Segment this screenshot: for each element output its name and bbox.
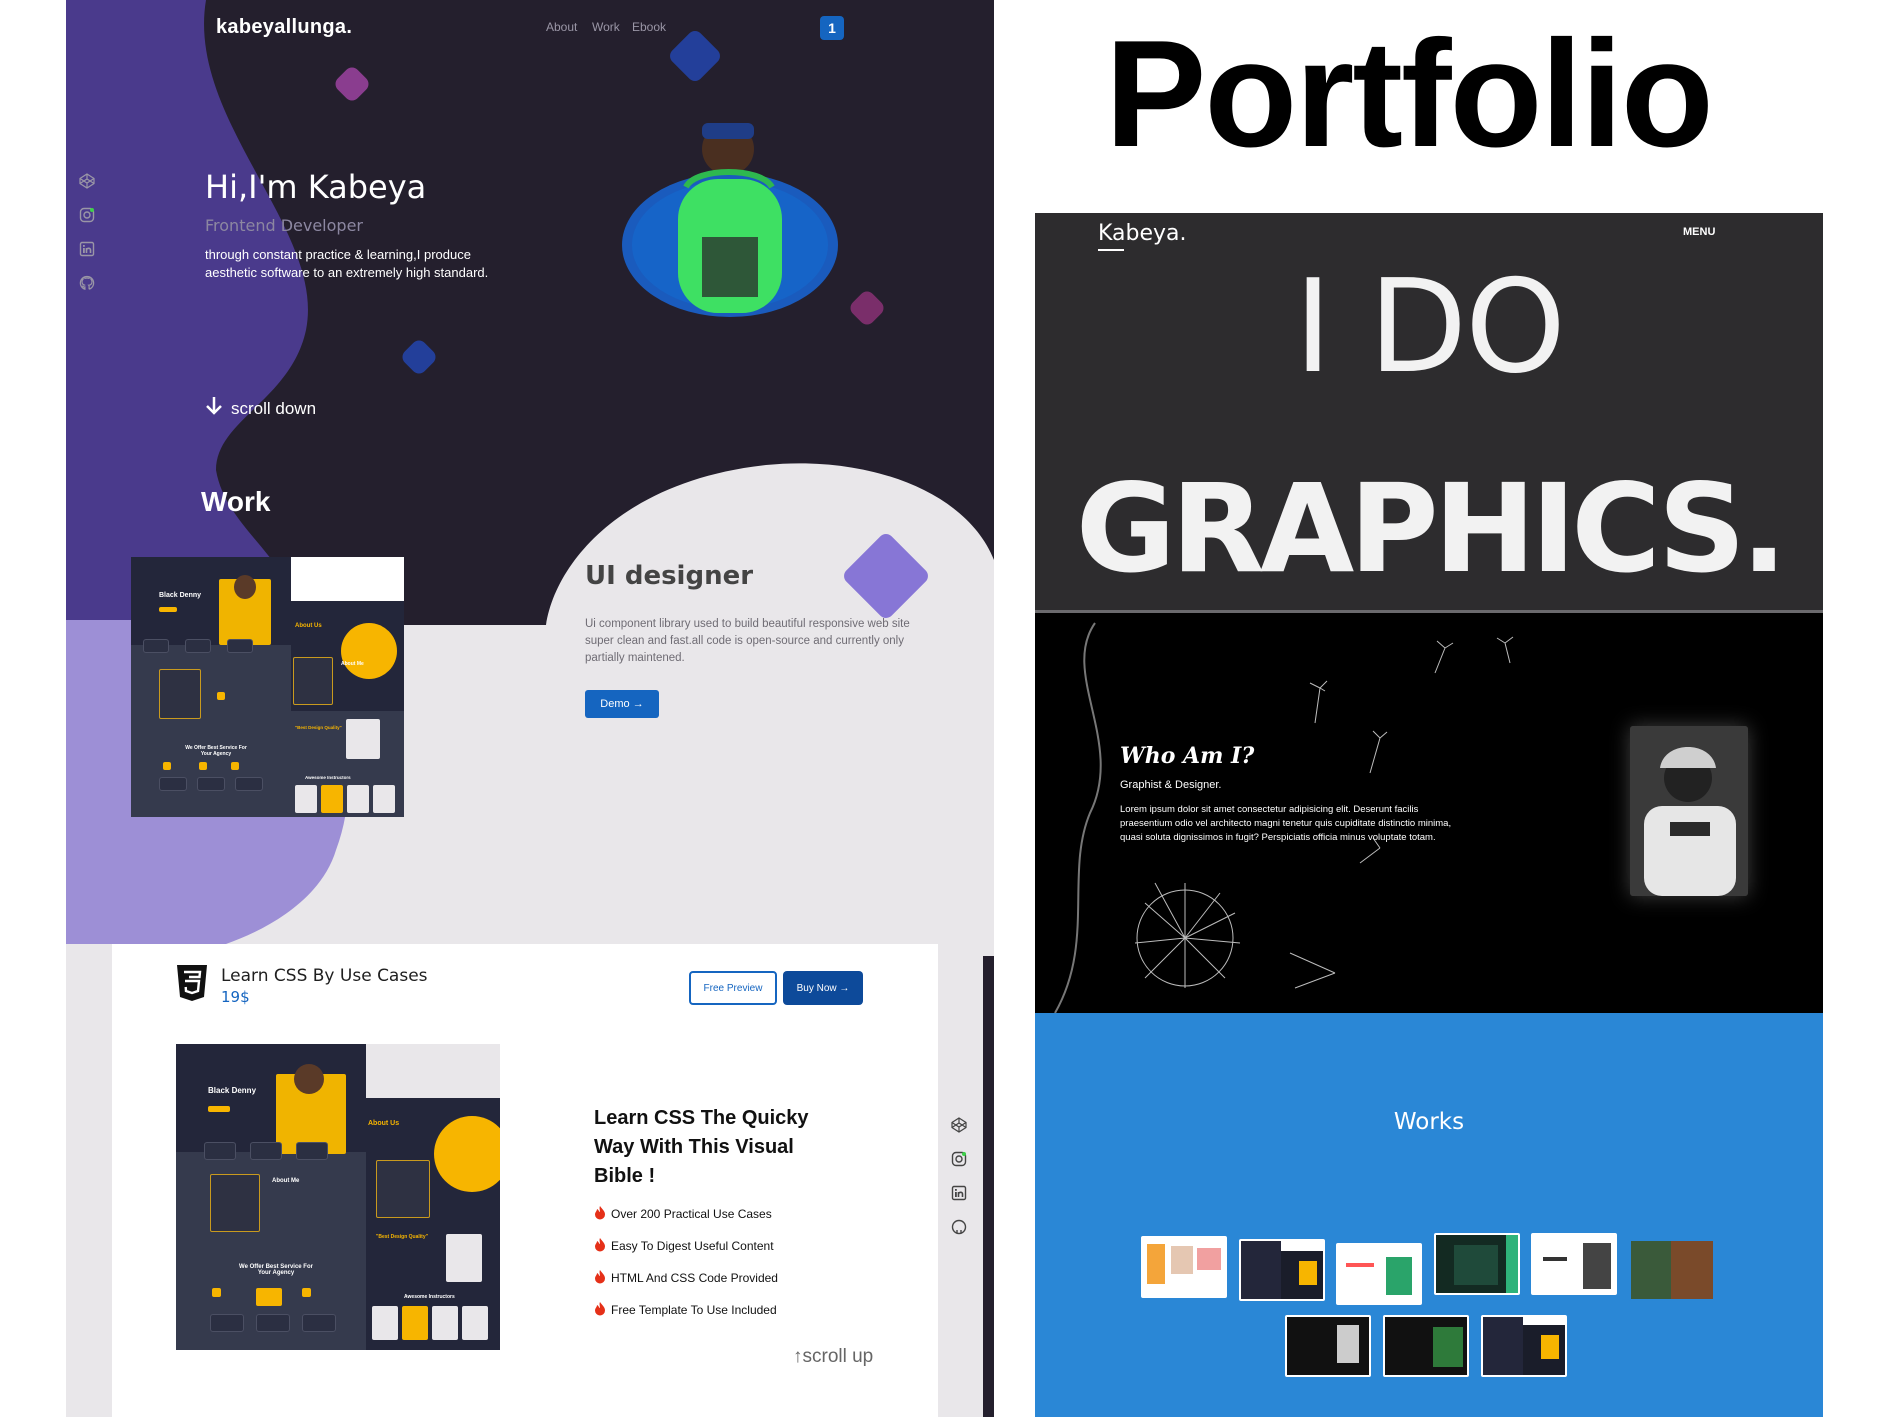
feature-label: Over 200 Practical Use Cases <box>611 1207 772 1221</box>
course-price: 19$ <box>221 988 250 1006</box>
github-icon[interactable] <box>950 1218 968 1236</box>
free-preview-button[interactable]: Free Preview <box>689 971 777 1005</box>
about-text: Lorem ipsum dolor sit amet consectetur a… <box>1120 804 1452 843</box>
github-icon[interactable] <box>78 274 96 292</box>
mock2-instructors: Awesome Instructors <box>404 1294 455 1300</box>
fire-icon <box>594 1237 606 1255</box>
work-thumbnail[interactable] <box>1336 1243 1422 1305</box>
mock-hero-name: Black Denny <box>159 592 202 599</box>
nav-work[interactable]: Work <box>592 20 620 34</box>
nav-badge[interactable]: 1 <box>820 16 844 40</box>
fire-icon <box>594 1205 606 1223</box>
project-title: UI designer <box>585 561 754 591</box>
mock-about-me: About Me <box>341 661 364 667</box>
hero-line-1: I DO <box>1294 253 1566 402</box>
instagram-icon[interactable] <box>950 1150 968 1168</box>
fire-icon <box>594 1301 606 1319</box>
scroll-up-link[interactable]: ↑scroll up <box>793 1346 873 1368</box>
side-strip <box>983 956 994 1417</box>
codepen-icon[interactable] <box>78 172 96 190</box>
fire-icon <box>594 1269 606 1287</box>
feature-label: Free Template To Use Included <box>611 1303 777 1317</box>
linkedin-icon[interactable] <box>78 240 96 258</box>
mock-services: We Offer Best Service For Your Agency <box>185 745 247 757</box>
feature-label: Easy To Digest Useful Content <box>611 1239 774 1253</box>
mock-instructors: Awesome Instructors <box>305 775 351 780</box>
mock-quality: "Best Design Quality" <box>295 725 342 730</box>
social-links-2 <box>950 1116 968 1236</box>
codepen-icon[interactable] <box>950 1116 968 1134</box>
logo-underline <box>1098 249 1124 251</box>
work-thumbnail[interactable] <box>1629 1239 1715 1301</box>
feature-item: Easy To Digest Useful Content <box>594 1237 774 1255</box>
portfolio-site-hero: kabeyallunga. About Work Ebook 1 Hi,I'm … <box>66 0 994 944</box>
menu-button[interactable]: MENU <box>1683 226 1715 238</box>
about-title: Who Am I? <box>1120 743 1255 769</box>
mock2-quality: "Best Design Quality" <box>376 1234 428 1240</box>
hero-greeting: Hi,I'm Kabeya <box>205 168 427 206</box>
feature-item: Free Template To Use Included <box>594 1301 777 1319</box>
mock2-services: We Offer Best Service For Your Agency <box>239 1264 313 1276</box>
hero-description: through constant practice & learning,I p… <box>205 247 489 280</box>
course-preview-image: Black Denny About Us About Me "Best Desi… <box>176 1044 500 1350</box>
site-logo[interactable]: kabeyallunga. <box>216 16 352 39</box>
portrait-photo <box>1630 726 1748 896</box>
avatar <box>616 117 846 327</box>
project-screenshot[interactable]: Black Denny About Us About Me "Best Desi… <box>131 557 404 817</box>
mock2-about-us: About Us <box>368 1120 400 1127</box>
graphics-site-hero: Kabeya. MENU I DO GRAPHICS. <box>1035 213 1823 613</box>
scroll-down-link[interactable]: scroll down <box>205 396 316 421</box>
works-heading: Works <box>1393 1109 1465 1135</box>
mock2-about-me: About Me <box>272 1178 300 1184</box>
nav-about[interactable]: About <box>546 20 577 34</box>
graphics-logo[interactable]: Kabeya. <box>1098 221 1187 246</box>
work-thumbnail[interactable] <box>1383 1315 1469 1377</box>
hero-line-2: GRAPHICS. <box>1075 458 1787 600</box>
nav-ebook[interactable]: Ebook <box>632 20 666 34</box>
css3-logo-icon <box>175 964 209 1002</box>
demo-button[interactable]: Demo → <box>585 690 659 718</box>
works-section: Works <box>1035 1013 1823 1417</box>
arrow-down-icon <box>205 396 223 421</box>
feature-label: HTML And CSS Code Provided <box>611 1271 778 1285</box>
mock-about-us: About Us <box>295 623 322 629</box>
feature-item: HTML And CSS Code Provided <box>594 1269 778 1287</box>
about-section: Who Am I? Graphist & Designer. Lorem ips… <box>1035 613 1823 1013</box>
course-title: Learn CSS By Use Cases <box>221 966 428 986</box>
course-page: Learn CSS By Use Cases 19$ Free Preview … <box>66 944 994 1417</box>
social-links <box>78 172 96 292</box>
work-thumbnail[interactable] <box>1239 1239 1325 1301</box>
about-subtitle: Graphist & Designer. <box>1120 779 1222 791</box>
course-heading: Learn CSS The Quicky Way With This Visua… <box>594 1107 809 1187</box>
project-description: Ui component library used to build beaut… <box>585 618 910 664</box>
instagram-icon[interactable] <box>78 206 96 224</box>
buy-now-button[interactable]: Buy Now → <box>783 971 863 1005</box>
work-thumbnail[interactable] <box>1141 1236 1227 1298</box>
feature-item: Over 200 Practical Use Cases <box>594 1205 772 1223</box>
portfolio-title: Portfolio <box>1105 9 1714 179</box>
scroll-down-label: scroll down <box>231 398 317 418</box>
hero-role: Frontend Developer <box>205 216 363 235</box>
work-thumbnail[interactable] <box>1434 1233 1520 1295</box>
work-thumbnail[interactable] <box>1285 1315 1371 1377</box>
mock2-hero-name: Black Denny <box>208 1086 257 1095</box>
linkedin-icon[interactable] <box>950 1184 968 1202</box>
work-heading: Work <box>201 486 271 517</box>
work-thumbnail[interactable] <box>1481 1315 1567 1377</box>
work-thumbnail[interactable] <box>1531 1233 1617 1295</box>
